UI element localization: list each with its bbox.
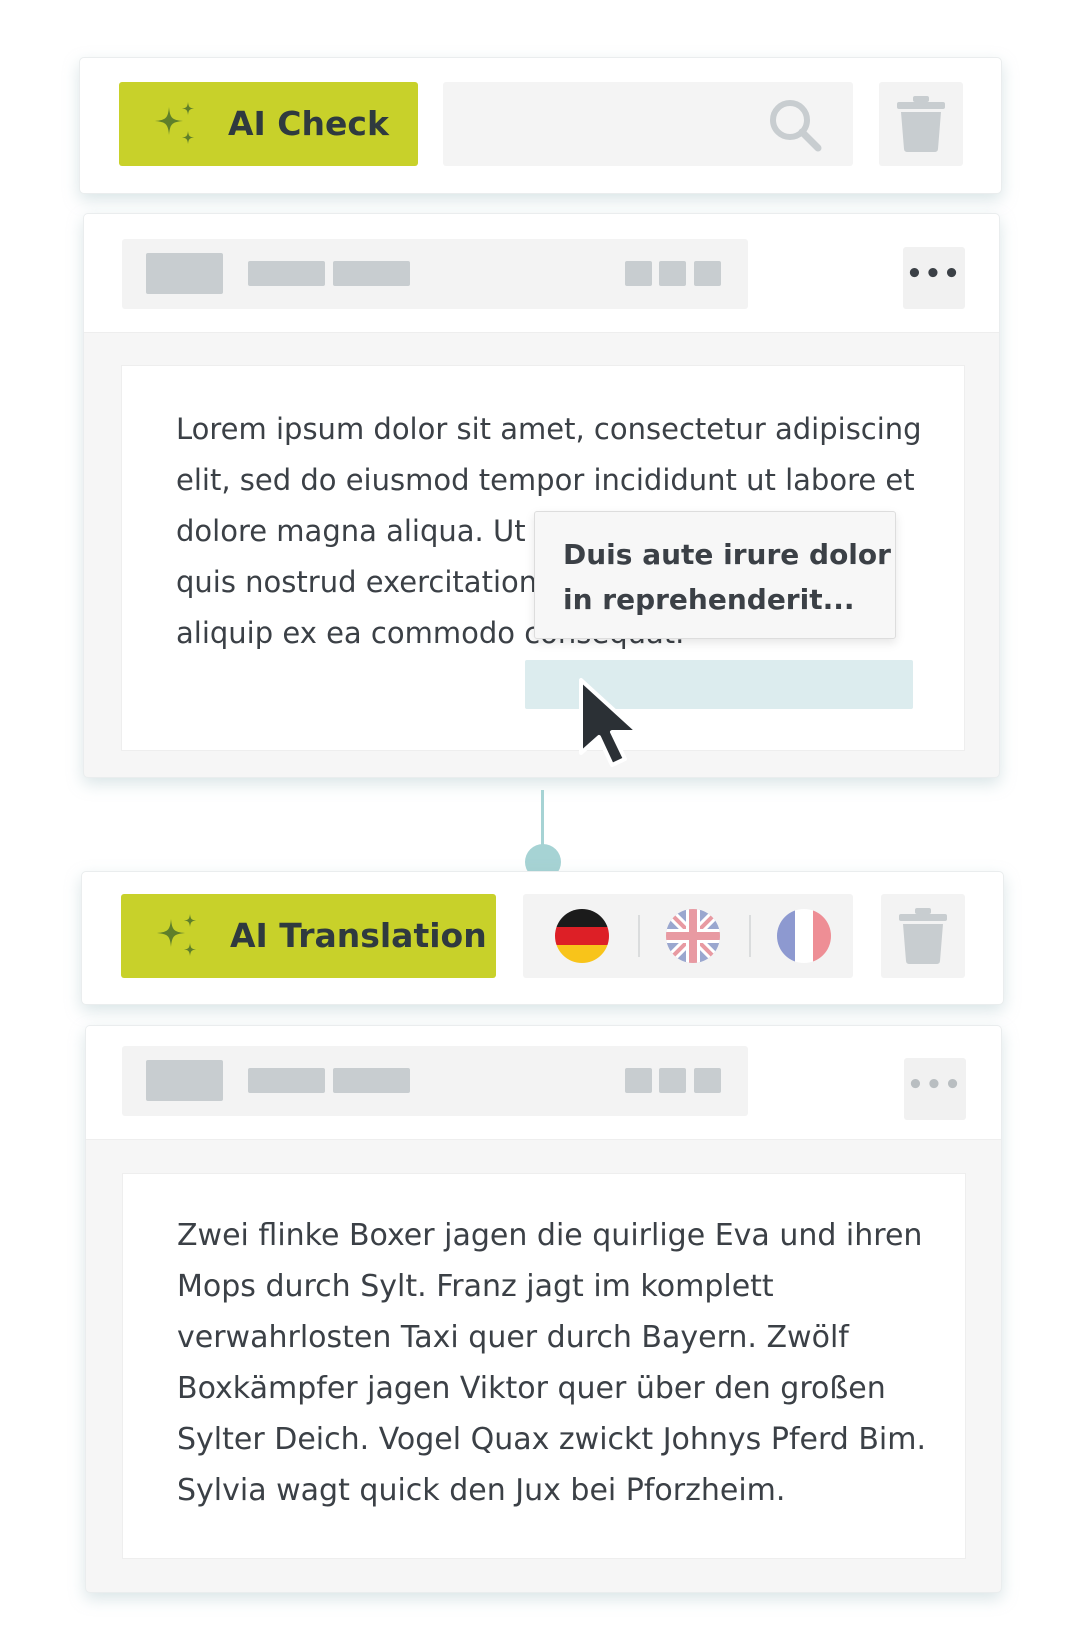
more-options-button[interactable]: ••• — [903, 247, 965, 309]
placeholder-block — [333, 261, 410, 286]
sparkle-icon — [157, 914, 196, 956]
placeholder-block — [146, 1060, 223, 1101]
sparkle-icon — [155, 102, 194, 144]
cursor-icon — [579, 678, 640, 767]
ai-translation-label: AI Translation — [230, 916, 487, 955]
delete-button[interactable] — [881, 894, 965, 978]
more-options-button[interactable]: ••• — [904, 1058, 966, 1120]
ai-check-toolbar: AI Check — [79, 57, 1002, 194]
ai-translation-toolbar: AI Translation — [81, 871, 1004, 1005]
delete-button[interactable] — [879, 82, 963, 166]
connector-line — [541, 790, 544, 852]
french-flag-icon — [777, 909, 831, 963]
card-header: ••• — [86, 1026, 1001, 1140]
placeholder-block — [146, 253, 223, 294]
search-input[interactable] — [459, 96, 763, 154]
suggestion-line: Duis aute irure dolor — [563, 538, 891, 571]
placeholder-toolbar — [122, 1046, 748, 1116]
suggestion-tooltip[interactable]: Duis aute irure dolor in reprehenderit..… — [534, 511, 896, 639]
language-option-fr[interactable] — [777, 909, 831, 963]
divider — [638, 915, 640, 957]
language-option-de[interactable] — [555, 909, 609, 963]
placeholder-block — [248, 261, 325, 286]
placeholder-block — [659, 261, 686, 286]
placeholder-toolbar — [122, 239, 748, 309]
divider — [749, 915, 751, 957]
placeholder-block — [333, 1068, 410, 1093]
translation-text: Zwei flinke Boxer jagen die quirlige Eva… — [177, 1218, 927, 1508]
card-header: ••• — [84, 214, 999, 333]
search-box — [443, 82, 853, 166]
placeholder-block — [694, 261, 721, 286]
suggestion-line: in reprehenderit... — [563, 583, 855, 616]
trash-icon — [897, 96, 945, 152]
german-flag-icon — [555, 909, 609, 963]
placeholder-block — [625, 261, 652, 286]
translation-text-area[interactable]: Zwei flinke Boxer jagen die quirlige Eva… — [122, 1173, 966, 1559]
placeholder-block — [659, 1068, 686, 1093]
ai-check-button[interactable]: AI Check — [119, 82, 418, 166]
placeholder-block — [248, 1068, 325, 1093]
translation-editor-card: ••• Zwei flinke Boxer jagen die quirlige… — [85, 1025, 1002, 1593]
placeholder-block — [694, 1068, 721, 1093]
ai-check-label: AI Check — [228, 104, 389, 143]
search-icon[interactable] — [766, 96, 824, 154]
ai-translation-button[interactable]: AI Translation — [121, 894, 496, 978]
language-option-gb[interactable] — [666, 909, 720, 963]
uk-flag-icon — [666, 909, 720, 963]
language-selector — [523, 894, 853, 978]
placeholder-block — [625, 1068, 652, 1093]
trash-icon — [899, 908, 947, 964]
